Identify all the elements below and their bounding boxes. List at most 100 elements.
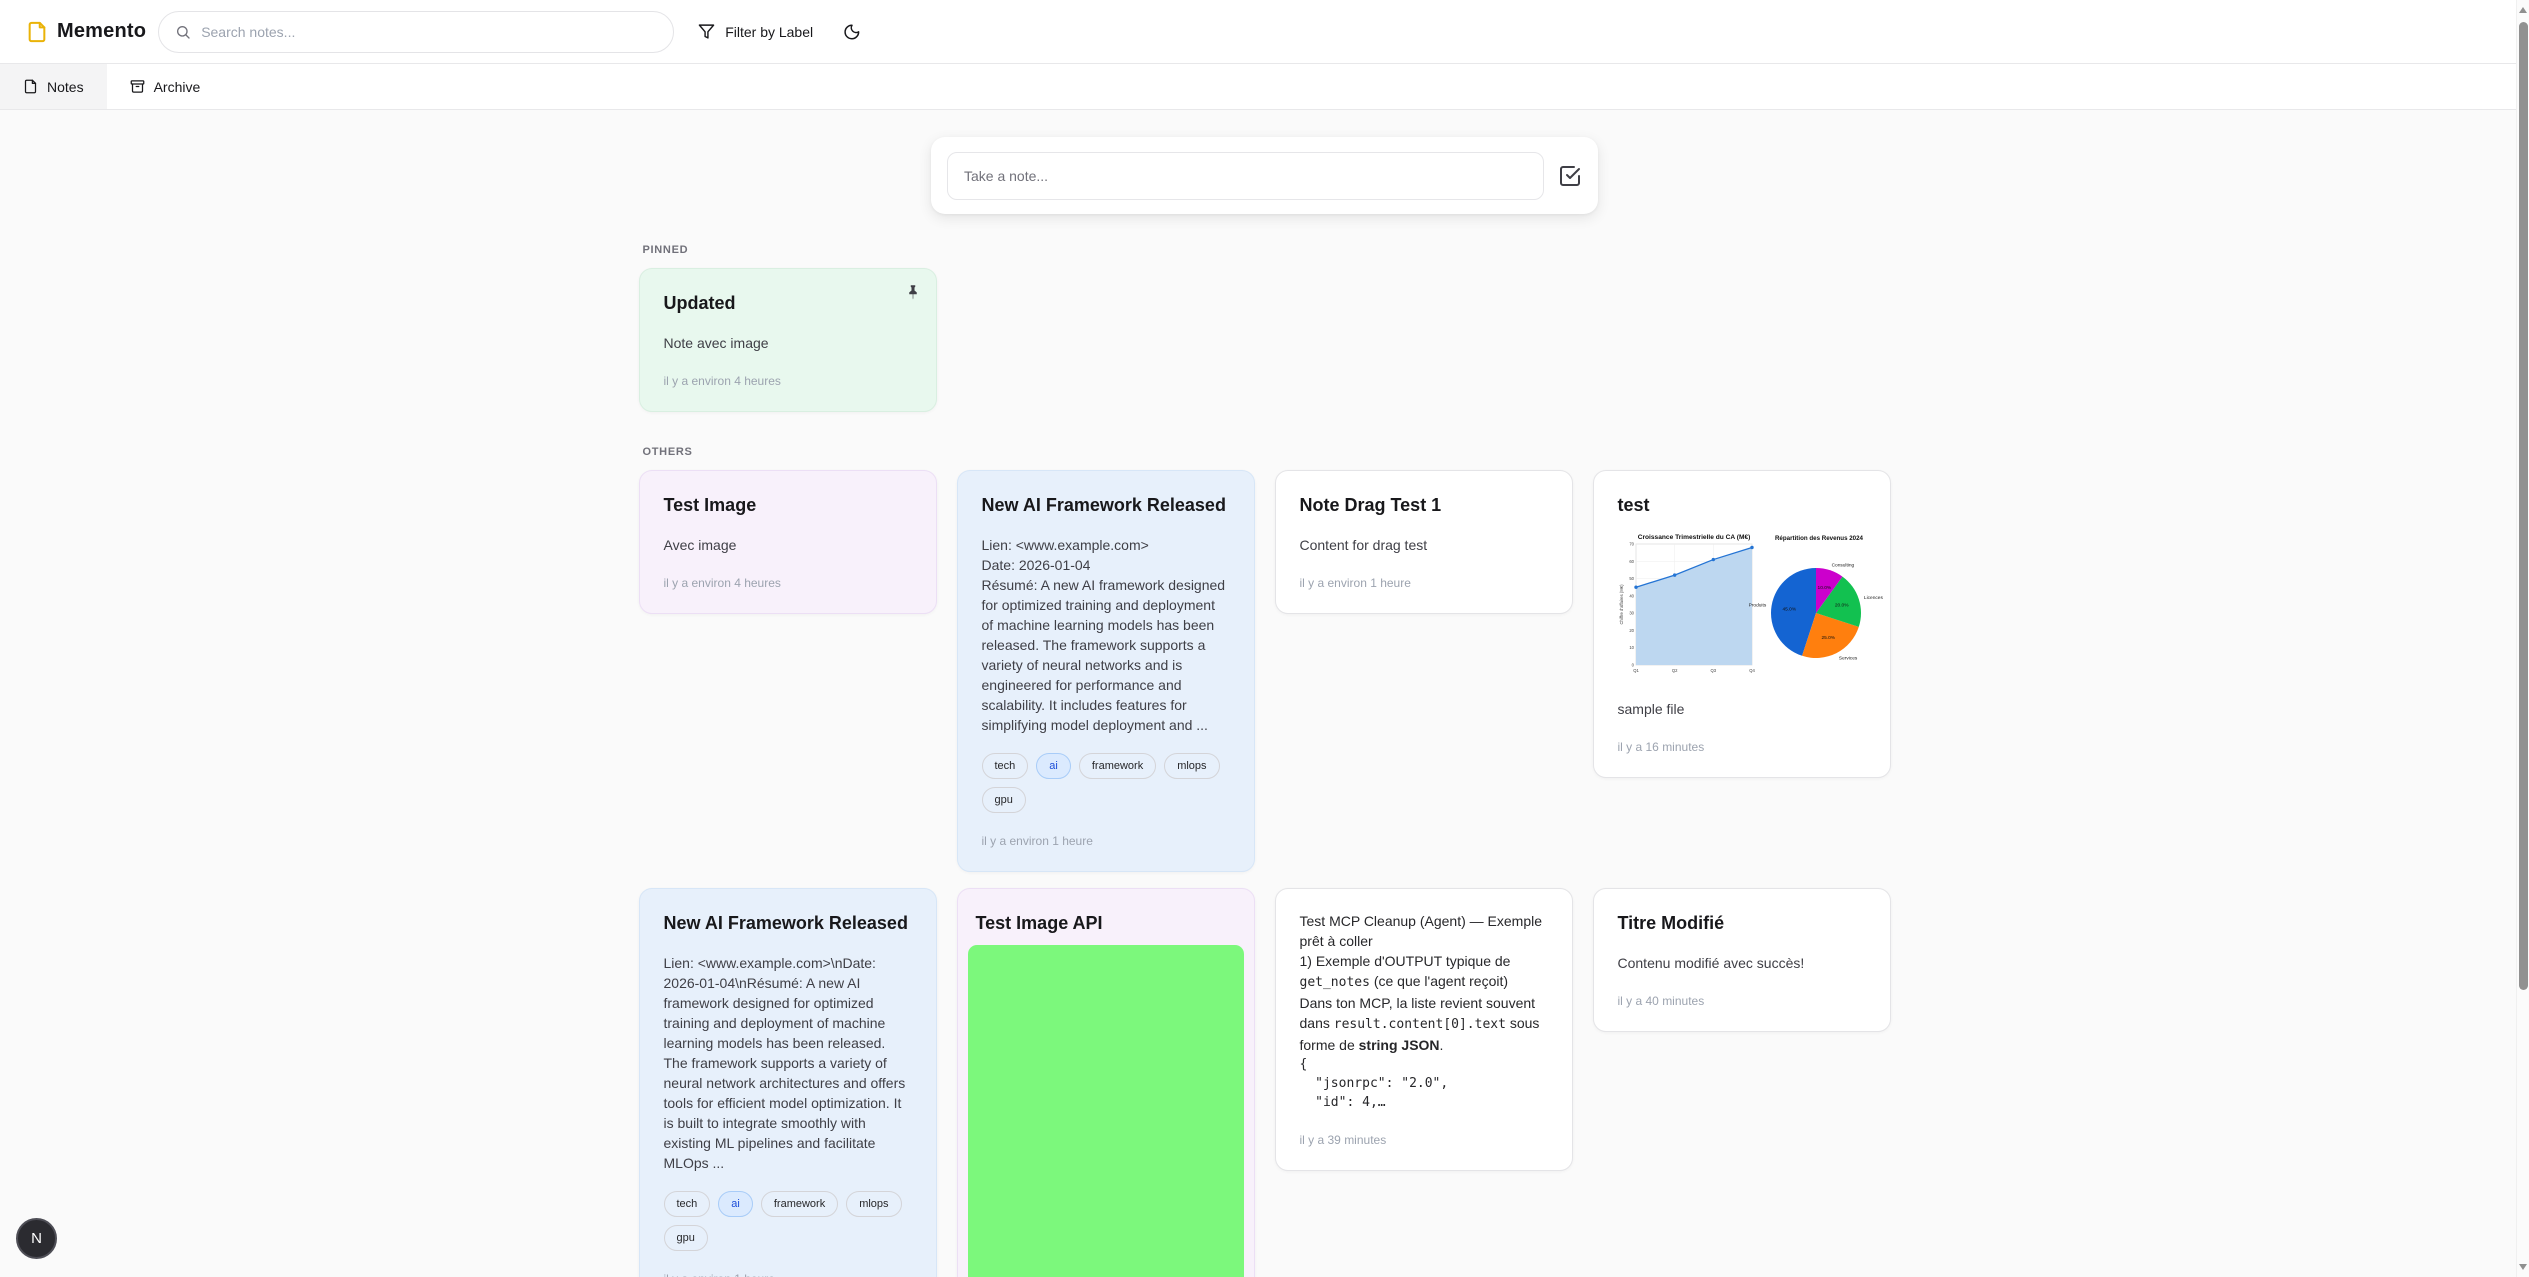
note-card-test-charts[interactable]: test Croissance Trimestrielle du CA (M€)… — [1593, 470, 1891, 778]
pin-icon — [904, 283, 922, 301]
tag-mlops[interactable]: mlops — [1164, 753, 1219, 779]
svg-text:40: 40 — [1629, 593, 1634, 598]
check-square-icon — [1558, 164, 1582, 188]
svg-text:60: 60 — [1629, 559, 1634, 564]
tag-tech[interactable]: tech — [982, 753, 1029, 779]
notes-main: PINNED Updated Note avec image il y a en… — [0, 110, 2529, 1277]
svg-text:Répartition des Revenus 2024: Répartition des Revenus 2024 — [1774, 535, 1863, 542]
svg-text:0: 0 — [1631, 663, 1634, 668]
note-title: Test Image API — [976, 911, 1236, 935]
svg-text:Licences: Licences — [1863, 595, 1883, 601]
mcp-line1: Test MCP Cleanup (Agent) — Exemple prêt … — [1300, 913, 1543, 949]
svg-text:Consulting: Consulting — [1831, 563, 1854, 569]
svg-text:10: 10 — [1629, 645, 1634, 650]
note-title: New AI Framework Released — [982, 493, 1230, 517]
svg-text:70: 70 — [1629, 542, 1634, 547]
code-line: "id": 4,… — [1300, 1093, 1548, 1112]
code-line: { — [1300, 1055, 1548, 1074]
note-title: Note Drag Test 1 — [1300, 493, 1548, 517]
tab-archive-label: Archive — [154, 79, 201, 95]
note-title: Test Image — [664, 493, 912, 517]
notes-file-icon — [23, 79, 38, 94]
take-a-note-input[interactable] — [947, 152, 1544, 200]
note-card-titre-modifie[interactable]: Titre Modifié Contenu modifié avec succè… — [1593, 888, 1891, 1032]
code-line: "jsonrpc": "2.0", — [1300, 1074, 1548, 1093]
code-block: { "jsonrpc": "2.0", "id": 4,… — [1300, 1055, 1548, 1112]
note-timestamp: il y a environ 1 heure — [1300, 575, 1548, 591]
svg-text:50: 50 — [1629, 576, 1634, 581]
tag-framework[interactable]: framework — [761, 1191, 838, 1217]
svg-text:20: 20 — [1629, 628, 1634, 633]
note-title: Titre Modifié — [1618, 911, 1866, 935]
svg-text:Q2: Q2 — [1671, 668, 1677, 673]
others-section-label: OTHERS — [643, 446, 1891, 458]
file-logo-icon — [26, 21, 48, 43]
mcp-line3-post: . — [1440, 1037, 1444, 1053]
note-card-updated[interactable]: Updated Note avec image il y a environ 4… — [639, 268, 937, 412]
tag-tech[interactable]: tech — [664, 1191, 711, 1217]
inline-code: result.content[0].text — [1334, 1017, 1506, 1032]
filter-by-label-text: Filter by Label — [725, 24, 813, 40]
scrollbar-thumb[interactable] — [2519, 22, 2528, 990]
note-timestamp: il y a 40 minutes — [1618, 993, 1866, 1009]
note-content: Note avec image — [664, 333, 912, 353]
note-title: New AI Framework Released — [664, 911, 912, 935]
green-image-attachment — [968, 945, 1244, 1277]
tab-bar: Notes Archive — [0, 64, 2529, 110]
note-timestamp: il y a environ 1 heure — [982, 833, 1230, 849]
inline-code: get_notes — [1300, 975, 1370, 990]
tag-ai[interactable]: ai — [1036, 753, 1071, 779]
tag-row: tech ai framework mlops gpu — [982, 753, 1230, 813]
filter-by-label-button[interactable]: Filter by Label — [698, 23, 813, 40]
svg-text:45.0%: 45.0% — [1782, 607, 1796, 613]
tag-gpu[interactable]: gpu — [982, 787, 1026, 813]
note-card-test-image-api[interactable]: Test Image API — [957, 888, 1255, 1277]
note-title: Updated — [664, 291, 912, 315]
tab-notes[interactable]: Notes — [0, 64, 107, 109]
note-timestamp: il y a environ 4 heures — [664, 373, 912, 389]
note-card-mcp-cleanup[interactable]: Test MCP Cleanup (Agent) — Exemple prêt … — [1275, 888, 1573, 1171]
tab-archive[interactable]: Archive — [107, 64, 224, 109]
scroll-up-arrow[interactable] — [2519, 7, 2527, 13]
funnel-icon — [698, 23, 715, 40]
tag-framework[interactable]: framework — [1079, 753, 1156, 779]
svg-text:10.0%: 10.0% — [1817, 585, 1831, 591]
search-input[interactable] — [201, 24, 657, 40]
note-card-test-image[interactable]: Test Image Avec image il y a environ 4 h… — [639, 470, 937, 614]
search-box[interactable] — [158, 11, 674, 53]
vertical-scrollbar[interactable] — [2516, 0, 2529, 1277]
user-avatar[interactable]: N — [16, 1218, 57, 1259]
app-logo: Memento — [26, 20, 146, 43]
note-title: test — [1618, 493, 1866, 517]
note-timestamp: il y a environ 1 heure — [664, 1271, 912, 1277]
pinned-section-label: PINNED — [643, 244, 1891, 256]
note-card-new-ai-framework-2[interactable]: New AI Framework Released Lien: <www.exa… — [639, 888, 937, 1277]
note-card-new-ai-framework-1[interactable]: New AI Framework Released Lien: <www.exa… — [957, 470, 1255, 872]
svg-text:Q3: Q3 — [1710, 668, 1716, 673]
note-content: Content for drag test — [1300, 535, 1548, 555]
svg-text:Croissance Trimestrielle du CA: Croissance Trimestrielle du CA (M€) — [1637, 534, 1750, 541]
note-content: Test MCP Cleanup (Agent) — Exemple prêt … — [1300, 911, 1548, 1055]
dark-mode-toggle[interactable] — [843, 23, 861, 41]
note-content: Avec image — [664, 535, 912, 555]
tag-row: tech ai framework mlops gpu — [664, 1191, 912, 1251]
svg-text:Services: Services — [1838, 655, 1857, 661]
scroll-down-arrow[interactable] — [2519, 1264, 2527, 1270]
svg-text:Q1: Q1 — [1633, 668, 1639, 673]
moon-icon — [843, 23, 861, 41]
tag-gpu[interactable]: gpu — [664, 1225, 708, 1251]
new-checklist-button[interactable] — [1558, 164, 1582, 188]
revenue-distribution-pie-chart: Répartition des Revenus 202445.0%Produit… — [1756, 531, 1882, 681]
note-content: sample file — [1618, 699, 1866, 719]
svg-text:Chiffre d'affaires (M€): Chiffre d'affaires (M€) — [1619, 584, 1624, 625]
bold-text: string JSON — [1359, 1037, 1440, 1053]
app-title: Memento — [57, 20, 146, 43]
top-bar: Memento Filter by Label — [0, 0, 2529, 64]
tag-ai[interactable]: ai — [718, 1191, 753, 1217]
note-content: Lien: <www.example.com> Date: 2026-01-04… — [982, 535, 1230, 735]
note-content: Lien: <www.example.com>\nDate: 2026-01-0… — [664, 953, 912, 1173]
mcp-line2-pre: 1) Exemple d'OUTPUT typique de — [1300, 953, 1511, 969]
note-card-drag-test[interactable]: Note Drag Test 1 Content for drag test i… — [1275, 470, 1573, 614]
quarterly-revenue-area-chart: Croissance Trimestrielle du CA (M€) 0 10 20… — [1618, 531, 1756, 681]
tag-mlops[interactable]: mlops — [846, 1191, 901, 1217]
